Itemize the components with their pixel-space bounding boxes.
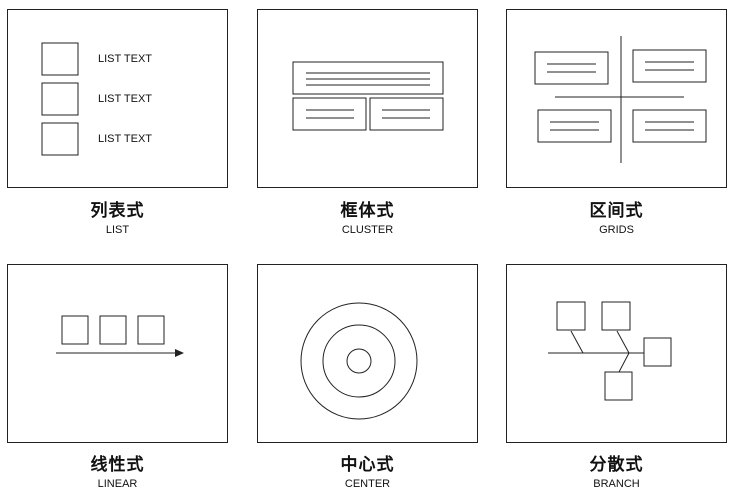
- center-inner-ring: [346, 348, 372, 374]
- caption-grids: 区间式 GRIDS: [506, 201, 727, 237]
- cluster-diagram: [292, 61, 444, 131]
- card-cluster: [257, 9, 478, 188]
- center-middle-ring: [322, 324, 396, 398]
- center-diagram: [300, 302, 418, 420]
- card-linear: [7, 264, 228, 443]
- layout-title-en: GRIDS: [599, 224, 634, 236]
- layout-title-en: BRANCH: [593, 478, 640, 490]
- arrow-head-icon: [175, 349, 184, 357]
- caption-cluster: 框体式 CLUSTER: [257, 201, 478, 237]
- center-outer-ring: [300, 302, 418, 420]
- list-box: [41, 122, 79, 156]
- layout-title-zh: 分散式: [589, 455, 644, 474]
- card-center: [257, 264, 478, 443]
- layout-title-zh: 线性式: [90, 455, 145, 474]
- list-diagram: LIST TEXT LIST TEXT LIST TEXT: [41, 42, 152, 156]
- layout-title-en: CENTER: [344, 478, 391, 490]
- grid-box-tl: [534, 51, 609, 85]
- list-item-text: LIST TEXT: [98, 93, 152, 105]
- branch-box: [601, 301, 631, 331]
- layout-title-zh: 区间式: [589, 201, 644, 220]
- grid-box-bl: [537, 109, 612, 143]
- branch-stem: [570, 330, 584, 354]
- grid-box-br: [632, 109, 707, 143]
- branch-stem: [618, 352, 630, 373]
- caption-branch: 分散式 BRANCH: [506, 455, 727, 491]
- layout-title-zh: 列表式: [90, 201, 145, 220]
- linear-diagram: [56, 315, 184, 357]
- linear-box: [99, 315, 127, 345]
- list-item-text: LIST TEXT: [98, 133, 152, 145]
- grids-diagram: [534, 36, 707, 163]
- branch-box: [604, 371, 633, 401]
- layout-title-zh: 框体式: [340, 201, 395, 220]
- card-grids: [506, 9, 727, 188]
- cluster-right-box: [369, 97, 444, 131]
- branch-box: [643, 337, 672, 367]
- layout-title-zh: 中心式: [340, 455, 395, 474]
- layout-title-en: LIST: [105, 224, 130, 236]
- grid-box-tr: [632, 49, 707, 83]
- card-list: LIST TEXT LIST TEXT LIST TEXT: [7, 9, 228, 188]
- list-item-text: LIST TEXT: [98, 53, 152, 65]
- branch-box: [556, 301, 586, 331]
- cluster-top-box: [292, 61, 444, 95]
- layout-title-en: LINEAR: [97, 478, 138, 490]
- branch-stem: [616, 330, 630, 354]
- card-branch: [506, 264, 727, 443]
- caption-center: 中心式 CENTER: [257, 455, 478, 491]
- caption-list: 列表式 LIST: [7, 201, 228, 237]
- caption-linear: 线性式 LINEAR: [7, 455, 228, 491]
- linear-box: [61, 315, 89, 345]
- list-box: [41, 82, 79, 116]
- list-box: [41, 42, 79, 76]
- layout-title-en: CLUSTER: [341, 224, 394, 236]
- linear-box: [137, 315, 165, 345]
- cluster-left-box: [292, 97, 367, 131]
- branch-diagram: [548, 301, 672, 401]
